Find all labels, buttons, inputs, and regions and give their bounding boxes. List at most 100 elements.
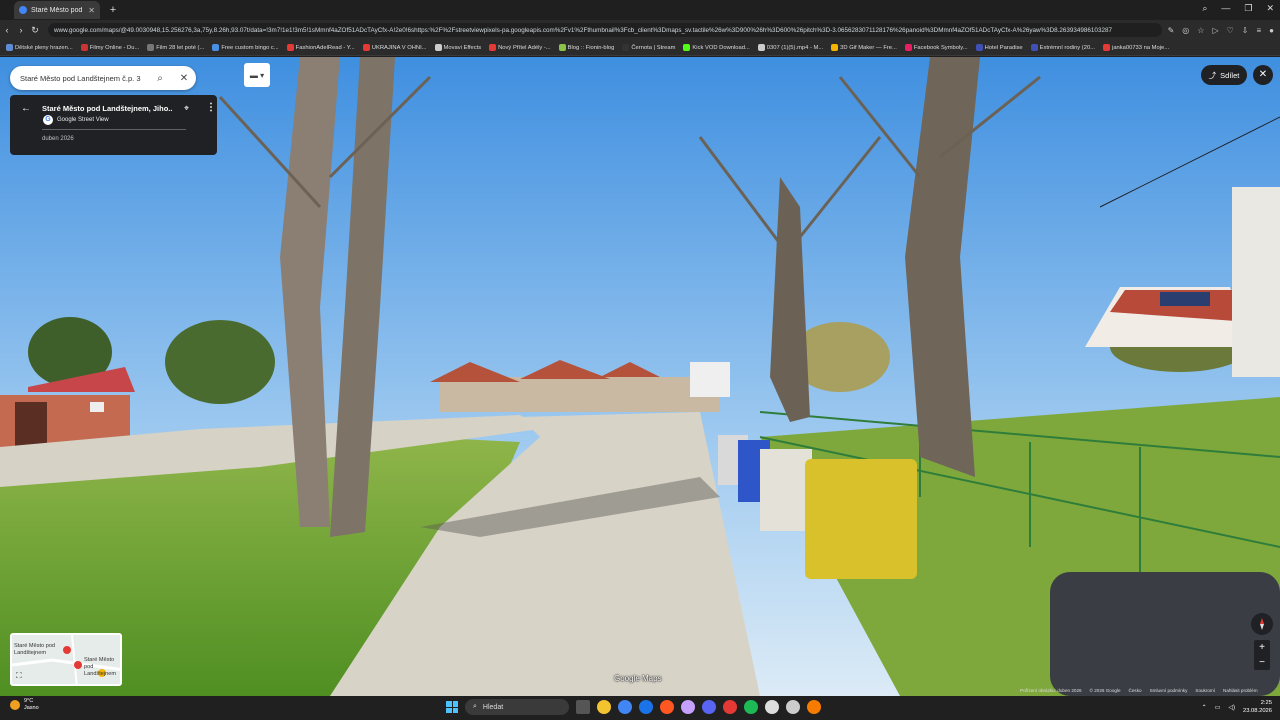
maps-search-box[interactable]: Staré Město pod Landštejnem č.p. 3 ⌕ ✕ xyxy=(10,66,196,90)
compass-icon xyxy=(1260,618,1264,630)
taskbar-center: ⌕ Hledat xyxy=(446,699,821,715)
maximize-icon[interactable]: ❐ xyxy=(1244,3,1252,14)
close-window-icon[interactable]: ✕ xyxy=(1266,3,1274,14)
place-title[interactable]: Staré Město pod Landštejnem, Jiho... xyxy=(42,104,172,113)
bookmark-item[interactable]: Extrémní rodiny (20... xyxy=(1030,44,1095,51)
search-icon[interactable]: ⌕ xyxy=(148,73,172,84)
taskbar-app-icon[interactable] xyxy=(639,700,653,714)
bookmark-favicon-icon xyxy=(6,44,13,51)
bookmark-label: Free custom bingo c... xyxy=(221,44,279,51)
taskbar: 9°C Jasno ⌕ Hledat ⌃ ▭ ◁) 2:25 23.08.202… xyxy=(0,696,1280,720)
play-icon[interactable]: ▷ xyxy=(1212,26,1218,35)
profile-icon[interactable]: ● xyxy=(1269,26,1274,35)
bookmark-favicon-icon xyxy=(1030,44,1038,51)
url-text: www.google.com/maps/@49.0030948,15.25627… xyxy=(54,26,1112,34)
bookmark-label: Kick VOD Download... xyxy=(692,44,750,51)
minimap[interactable]: Staré Město pod Landštejnem Staré Město … xyxy=(10,633,122,686)
taskbar-app-icon[interactable] xyxy=(744,700,758,714)
bookmark-item[interactable]: FashionAdelRead - Y... xyxy=(286,44,355,51)
url-field[interactable]: www.google.com/maps/@49.0030948,15.25627… xyxy=(48,23,1162,37)
footer-item[interactable]: Soukromí xyxy=(1195,688,1215,693)
star-icon[interactable]: ☆ xyxy=(1197,26,1204,35)
minimize-icon[interactable]: — xyxy=(1221,3,1230,14)
tray-chevron-icon[interactable]: ⌃ xyxy=(1202,704,1207,711)
taskbar-app-icon[interactable] xyxy=(681,700,695,714)
back-icon[interactable]: ‹ xyxy=(0,25,14,35)
bookmarks-bar: Dětské pleny hrazen... Filmy Online - Du.… xyxy=(0,40,1280,56)
close-street-view-button[interactable]: ✕ xyxy=(1253,65,1273,85)
taskbar-app-icon[interactable] xyxy=(765,700,779,714)
close-tab-icon[interactable]: ✕ xyxy=(88,6,95,15)
footer-item[interactable]: Česko xyxy=(1129,688,1142,693)
taskbar-app-icon[interactable] xyxy=(807,700,821,714)
clock[interactable]: 2:25 23.08.2026 xyxy=(1243,699,1272,715)
search-tabs-icon[interactable]: ⌕ xyxy=(1202,3,1207,14)
compass-button[interactable] xyxy=(1251,613,1273,635)
bookmark-favicon-icon xyxy=(904,44,912,51)
taskbar-app-icon[interactable] xyxy=(786,700,800,714)
bookmark-item[interactable]: Free custom bingo c... xyxy=(212,44,279,51)
bookmark-label: Film 28 let poté (... xyxy=(156,44,205,51)
bookmark-item[interactable]: Movavi Effects xyxy=(434,44,481,51)
zoom-out-button[interactable]: − xyxy=(1254,655,1270,670)
bookmark-favicon-icon xyxy=(212,44,220,51)
heart-icon[interactable]: ♡ xyxy=(1227,26,1234,35)
bookmark-favicon-icon xyxy=(558,44,566,51)
footer-item[interactable]: Nahlásit problém xyxy=(1223,688,1257,693)
bookmark-item[interactable]: janka00733 na Moje... xyxy=(1103,44,1169,51)
bookmark-item[interactable]: 0307 (1)(5).mp4 - M... xyxy=(757,44,824,51)
bookmark-favicon-icon xyxy=(434,44,442,51)
share-button[interactable]: ⤴ Sdílet xyxy=(1201,65,1247,85)
bookmark-item[interactable]: Nový Přítel Adély -... xyxy=(489,44,551,51)
bookmark-item[interactable]: Filmy Online - Du... xyxy=(80,44,139,51)
taskbar-app-icon[interactable] xyxy=(723,700,737,714)
back-arrow-icon[interactable]: ← xyxy=(21,103,31,114)
zoom-in-button[interactable]: + xyxy=(1254,640,1270,655)
taskbar-search-placeholder: Hledat xyxy=(482,703,504,711)
camera-icon[interactable]: ◎ xyxy=(1182,26,1189,35)
bookmark-item[interactable]: Film 28 let poté (... xyxy=(147,44,204,51)
weather-widget[interactable]: 9°C Jasno xyxy=(10,698,39,712)
menu-icon[interactable]: ≡ xyxy=(1256,26,1261,35)
bookmark-item[interactable]: Facebook Symboly... xyxy=(904,44,968,51)
bookmark-item[interactable]: Černota | Stream xyxy=(622,44,675,51)
layers-button[interactable]: ▬ ▾ xyxy=(244,63,270,87)
search-input[interactable]: Staré Město pod Landštejnem č.p. 3 xyxy=(20,74,148,83)
taskbar-app-icon[interactable] xyxy=(597,700,611,714)
browser-tab[interactable]: Staré Město pod Landštejnem ✕ xyxy=(14,1,100,19)
taskbar-app-icon[interactable] xyxy=(660,700,674,714)
reload-icon[interactable]: ↻ xyxy=(28,25,42,36)
bookmark-item[interactable]: Blog :: Fionin-blog xyxy=(558,44,614,51)
bookmark-item[interactable]: Dětské pleny hrazen... xyxy=(6,44,73,51)
bookmark-label: UKRAJINA V OHNI... xyxy=(371,44,427,51)
bookmark-favicon-icon xyxy=(683,44,691,51)
network-icon[interactable]: ▭ xyxy=(1215,704,1221,711)
taskbar-app-icon[interactable] xyxy=(702,700,716,714)
bookmark-favicon-icon xyxy=(757,44,765,51)
new-tab-button[interactable]: + xyxy=(106,4,120,16)
divider xyxy=(42,129,186,130)
forward-icon[interactable]: › xyxy=(14,25,28,35)
bookmark-item[interactable]: UKRAJINA V OHNI... xyxy=(362,44,427,51)
taskbar-app-icon[interactable] xyxy=(576,700,590,714)
footer-item[interactable]: © 2026 Google xyxy=(1090,688,1121,693)
download-icon[interactable]: ⇩ xyxy=(1242,26,1249,35)
bookmark-label: 0307 (1)(5).mp4 - M... xyxy=(766,44,824,51)
location-pin-icon[interactable]: ⌖ xyxy=(184,103,189,114)
taskbar-search[interactable]: ⌕ Hledat xyxy=(465,699,569,715)
window-controls: ⌕ — ❐ ✕ xyxy=(1202,3,1274,14)
capture-date[interactable]: duben 2026 xyxy=(42,136,74,142)
bookmark-item[interactable]: 3D Gif Maker — Fre... xyxy=(831,44,897,51)
expand-icon[interactable]: ⛶ xyxy=(16,671,22,681)
clear-search-icon[interactable]: ✕ xyxy=(172,73,196,84)
bookmark-item[interactable]: Hotel Paradise xyxy=(975,44,1023,51)
edit-icon[interactable]: ✎ xyxy=(1168,26,1175,35)
volume-icon[interactable]: ◁) xyxy=(1228,704,1235,711)
bookmark-favicon-icon xyxy=(147,44,155,51)
start-button[interactable] xyxy=(446,701,458,713)
more-options-icon[interactable]: ⋮ xyxy=(206,102,216,113)
taskbar-app-icon[interactable] xyxy=(618,700,632,714)
bookmark-item[interactable]: Kick VOD Download... xyxy=(683,44,750,51)
footer-item[interactable]: Smluvní podmínky xyxy=(1150,688,1188,693)
bookmark-label: Dětské pleny hrazen... xyxy=(15,44,73,51)
